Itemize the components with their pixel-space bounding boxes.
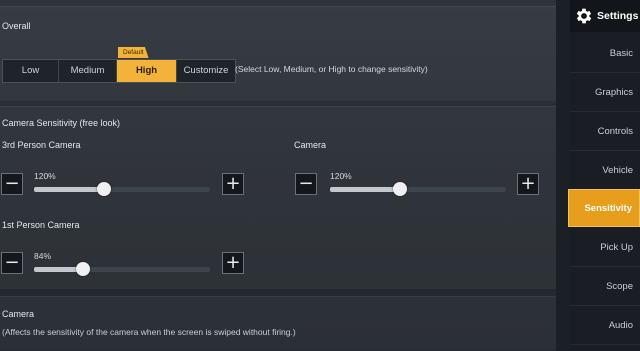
camera-slider-fill	[330, 187, 401, 192]
camera-free-look-panel: Camera Sensitivity (free look) 3rd Perso…	[0, 106, 556, 289]
camera-minus-button[interactable]: −	[295, 173, 317, 195]
sidebar-header: Settings	[570, 0, 640, 32]
first-person-slider-thumb[interactable]	[76, 262, 91, 276]
camera-label: Camera	[294, 140, 327, 150]
third-person-slider-thumb[interactable]	[97, 182, 112, 196]
overall-title: Overall	[2, 21, 31, 31]
sidebar-item-scope[interactable]: Scope	[570, 268, 640, 306]
sidebar-item-graphics[interactable]: Graphics	[570, 74, 640, 112]
third-person-plus-button[interactable]: +	[222, 173, 244, 195]
camera-free-look-title: Camera Sensitivity (free look)	[2, 118, 121, 128]
third-person-slider[interactable]	[34, 182, 210, 196]
first-person-slider[interactable]	[34, 262, 210, 276]
sidebar-item-sensitivity[interactable]: Sensitivity	[568, 189, 640, 227]
settings-content: Overall Default Low Medium High Customiz…	[0, 0, 556, 351]
first-person-label: 1st Person Camera	[2, 220, 80, 230]
preset-high-button[interactable]: High	[117, 60, 177, 82]
preset-medium-button[interactable]: Medium	[59, 60, 117, 82]
camera-section-title: Camera	[2, 309, 35, 319]
sidebar-item-audio[interactable]: Audio	[570, 307, 640, 345]
overall-panel: Overall Default Low Medium High Customiz…	[0, 6, 556, 101]
camera-value: 120%	[330, 171, 352, 181]
overall-preset-selector: Low Medium High Customize	[2, 59, 236, 83]
sidebar-item-basic[interactable]: Basic	[570, 35, 640, 73]
first-person-plus-button[interactable]: +	[222, 252, 244, 274]
settings-sidebar: Settings Basic Graphics Controls Vehicle…	[568, 0, 640, 350]
sidebar-title: Settings	[597, 10, 639, 22]
camera-plus-button[interactable]: +	[517, 173, 539, 195]
default-badge: Default	[118, 47, 149, 58]
sidebar-item-controls[interactable]: Controls	[570, 113, 640, 151]
sidebar-item-vehicle[interactable]: Vehicle	[570, 152, 640, 190]
camera-section-description: (Affects the sensitivity of the camera w…	[2, 327, 296, 337]
preset-low-button[interactable]: Low	[3, 60, 59, 82]
third-person-label: 3rd Person Camera	[2, 140, 81, 150]
third-person-minus-button[interactable]: −	[1, 173, 23, 195]
third-person-slider-fill	[34, 187, 105, 192]
camera-slider-thumb[interactable]	[393, 182, 408, 196]
first-person-value: 84%	[34, 251, 52, 261]
camera-panel: Camera (Affects the sensitivity of the c…	[0, 296, 556, 351]
preset-customize-button[interactable]: Customize	[177, 60, 235, 82]
sidebar-item-pick-up[interactable]: Pick Up	[570, 229, 640, 267]
first-person-minus-button[interactable]: −	[1, 252, 23, 274]
camera-slider[interactable]	[330, 182, 506, 196]
gear-icon	[576, 8, 592, 24]
preset-hint: (Select Low, Medium, or High to change s…	[235, 64, 428, 74]
third-person-value: 120%	[34, 171, 56, 181]
